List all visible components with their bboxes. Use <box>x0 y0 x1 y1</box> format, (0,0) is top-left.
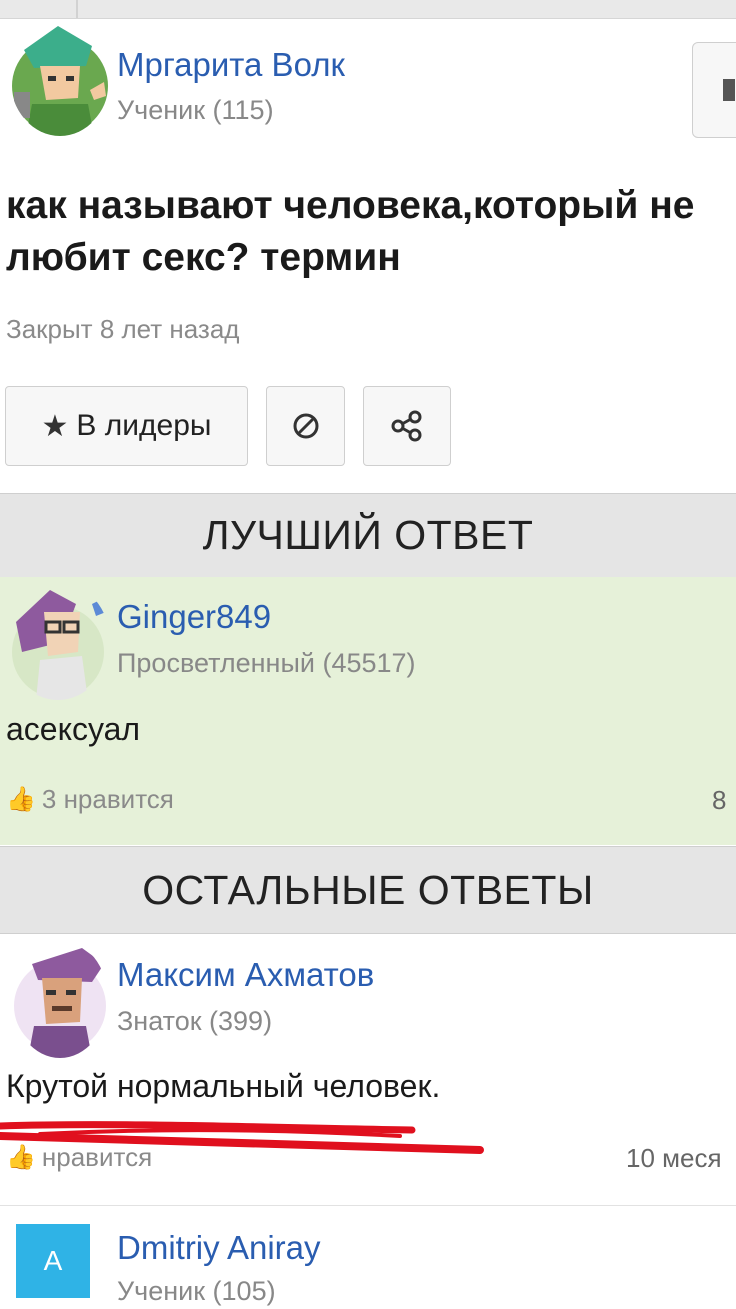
answer-author-name[interactable]: Dmitriy Aniray <box>117 1229 321 1267</box>
best-answer-author-rank: Просветленный (45517) <box>117 648 416 678</box>
best-answer-header: ЛУЧШИЙ ОТВЕТ <box>0 493 736 578</box>
question-author-rank: Ученик (115) <box>117 95 274 125</box>
answer-author-avatar[interactable]: A <box>16 1224 90 1298</box>
top-bar-divider <box>76 0 78 18</box>
answer-author-name[interactable]: Максим Ахматов <box>117 956 374 994</box>
question-author-name[interactable]: Мргарита Волк <box>117 46 345 84</box>
best-answer-meta: 8 <box>712 785 727 815</box>
question-title: как называют человека,который не любит с… <box>6 184 695 279</box>
report-button[interactable] <box>266 386 345 466</box>
best-answer-likes[interactable]: 👍 3 нравится <box>6 784 174 815</box>
thumbs-up-icon: 👍 <box>6 786 36 813</box>
answer-likes-label: нравится <box>41 1142 153 1172</box>
share-icon <box>391 410 422 442</box>
thumbs-up-icon: 👍 <box>6 1144 36 1171</box>
other-answers-header: ОСТАЛЬНЫЕ ОТВЕТЫ <box>0 846 736 934</box>
answer-author-rank: Знаток (399) <box>117 1006 273 1036</box>
like-question-button[interactable] <box>692 42 736 138</box>
best-answer-author-name[interactable]: Ginger849 <box>117 598 271 636</box>
avatar-illustration <box>12 26 108 136</box>
answer-author-avatar[interactable] <box>12 940 108 1058</box>
answer-likes[interactable]: 👍 нравится <box>6 1142 152 1173</box>
best-answer-author-avatar[interactable] <box>6 582 110 700</box>
top-bar <box>0 0 736 19</box>
add-to-leaders-label: В лидеры <box>76 409 212 442</box>
answer-text: Крутой нормальный человек. <box>6 1068 441 1104</box>
best-answer-text: асексуал <box>6 711 141 747</box>
answers-divider <box>0 1205 736 1206</box>
question-status: Закрыт 8 лет назад <box>6 314 240 344</box>
answer-author-rank: Ученик (105) <box>117 1276 276 1306</box>
thumbs-up-icon <box>723 79 735 101</box>
avatar-illustration <box>14 948 106 1058</box>
avatar-illustration <box>12 590 106 700</box>
answer-time: 10 меся <box>626 1143 722 1173</box>
star-icon: ★ <box>41 409 69 443</box>
question-author-avatar[interactable] <box>10 20 110 136</box>
add-to-leaders-button[interactable]: ★ В лидеры <box>5 386 248 466</box>
block-icon <box>293 413 318 439</box>
best-answer-likes-label: 3 нравится <box>41 784 174 814</box>
share-button[interactable] <box>363 386 451 466</box>
